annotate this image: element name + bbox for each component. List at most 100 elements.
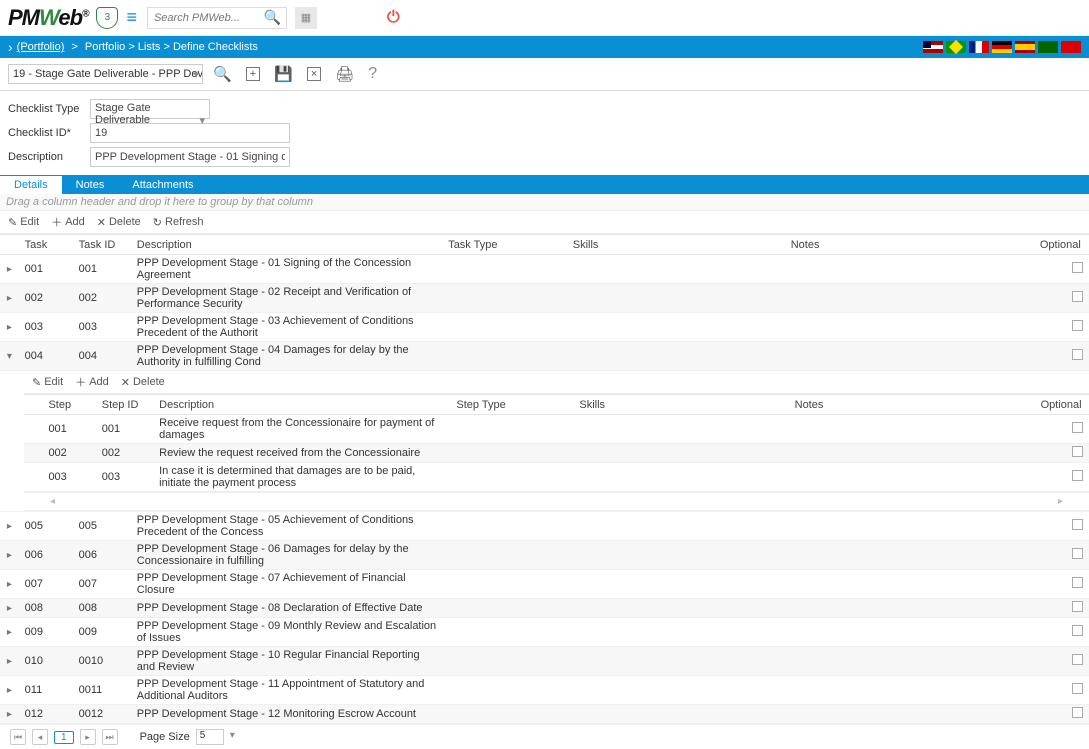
col-taskid[interactable]: Task ID	[73, 235, 131, 255]
flag-fr-icon[interactable]	[969, 41, 989, 53]
table-row[interactable]: ▸ 010 0010 PPP Development Stage - 10 Re…	[0, 647, 1089, 676]
expand-icon[interactable]: ▸	[0, 705, 19, 724]
grid-add-button[interactable]: ＋Add	[51, 214, 85, 230]
add-action-icon[interactable]: +	[246, 67, 260, 81]
table-row[interactable]: ▸ 008 008 PPP Development Stage - 08 Dec…	[0, 599, 1089, 618]
subcol-step[interactable]: Step	[42, 395, 95, 415]
grid-delete-button[interactable]: ✕Delete	[97, 216, 141, 229]
table-row[interactable]: ▸ 005 005 PPP Development Stage - 05 Ach…	[0, 512, 1089, 541]
subcol-notes[interactable]: Notes	[789, 395, 1035, 415]
expand-icon[interactable]: ▸	[0, 599, 19, 618]
expand-icon[interactable]: ▸	[0, 255, 19, 284]
flag-us-icon[interactable]	[923, 41, 943, 53]
table-row[interactable]: ▸ 002 002 PPP Development Stage - 02 Rec…	[0, 284, 1089, 313]
breadcrumb-chevron-icon[interactable]: ›	[8, 39, 13, 55]
subcol-skills[interactable]: Skills	[573, 395, 788, 415]
cell-optional[interactable]	[1034, 599, 1089, 618]
power-icon[interactable]: ⏻	[387, 9, 400, 27]
tab-details[interactable]: Details	[0, 176, 62, 194]
col-description[interactable]: Description	[131, 235, 442, 255]
help-icon[interactable]: ?	[368, 65, 377, 83]
pager-next-button[interactable]: ▸	[80, 729, 96, 745]
pager-prev-button[interactable]: ◂	[32, 729, 48, 745]
table-row[interactable]: ▸ 007 007 PPP Development Stage - 07 Ach…	[0, 570, 1089, 599]
pager-size-select[interactable]: 5	[196, 729, 224, 745]
flag-br-icon[interactable]	[946, 41, 966, 53]
cell-skills	[567, 284, 785, 313]
expand-icon[interactable]: ▾	[0, 342, 19, 371]
expand-icon[interactable]: ▸	[0, 618, 19, 647]
table-row[interactable]: ▸ 001 001 PPP Development Stage - 01 Sig…	[0, 255, 1089, 284]
table-row[interactable]: ▸ 006 006 PPP Development Stage - 06 Dam…	[0, 541, 1089, 570]
cell-optional[interactable]	[1034, 512, 1089, 541]
subgrid-add-button[interactable]: ＋Add	[75, 374, 109, 390]
cell-optional[interactable]	[1034, 541, 1089, 570]
cell-optional[interactable]	[1034, 570, 1089, 599]
record-selector-dropdown[interactable]: 19 - Stage Gate Deliverable - PPP Develo…	[8, 64, 203, 84]
table-row[interactable]: 002 002 Review the request received from…	[24, 444, 1089, 463]
breadcrumb-home[interactable]: (Portfolio)	[17, 41, 65, 53]
cell-optional[interactable]	[1035, 444, 1089, 463]
expand-icon[interactable]: ▸	[0, 541, 19, 570]
expand-icon[interactable]: ▸	[0, 284, 19, 313]
cell-optional[interactable]	[1034, 647, 1089, 676]
pager-first-button[interactable]: ⏮	[10, 729, 26, 745]
subcol-description[interactable]: Description	[153, 395, 450, 415]
cell-optional[interactable]	[1034, 618, 1089, 647]
table-row[interactable]: 001 001 Receive request from the Concess…	[24, 415, 1089, 444]
calendar-icon[interactable]: ▦	[295, 7, 317, 29]
table-row[interactable]: ▸ 009 009 PPP Development Stage - 09 Mon…	[0, 618, 1089, 647]
checklist-type-select[interactable]: Stage Gate Deliverable	[90, 99, 210, 119]
cell-optional[interactable]	[1034, 705, 1089, 724]
table-row[interactable]: ▾ 004 004 PPP Development Stage - 04 Dam…	[0, 342, 1089, 371]
search-action-icon[interactable]: 🔍	[213, 65, 232, 83]
subcol-steptype[interactable]: Step Type	[450, 395, 573, 415]
col-optional[interactable]: Optional	[1034, 235, 1089, 255]
subcol-stepid[interactable]: Step ID	[96, 395, 153, 415]
table-row[interactable]: 003 003 In case it is determined that da…	[24, 463, 1089, 492]
cell-optional[interactable]	[1034, 284, 1089, 313]
description-input[interactable]	[90, 147, 290, 167]
table-row[interactable]: ▸ 003 003 PPP Development Stage - 03 Ach…	[0, 313, 1089, 342]
cell-optional[interactable]	[1035, 415, 1089, 444]
cell-optional[interactable]	[1034, 255, 1089, 284]
cell-optional[interactable]	[1034, 342, 1089, 371]
cell-optional[interactable]	[1035, 463, 1089, 492]
col-skills[interactable]: Skills	[567, 235, 785, 255]
cell-optional[interactable]	[1034, 313, 1089, 342]
subgrid-scrollbar[interactable]: ◂▸	[24, 492, 1089, 511]
subcol-optional[interactable]: Optional	[1035, 395, 1089, 415]
col-notes[interactable]: Notes	[785, 235, 1034, 255]
print-icon[interactable]: 🖨	[335, 65, 354, 83]
cell-skills	[567, 512, 785, 541]
col-tasktype[interactable]: Task Type	[442, 235, 567, 255]
flag-de-icon[interactable]	[992, 41, 1012, 53]
pager-last-button[interactable]: ⏭	[102, 729, 118, 745]
col-task[interactable]: Task	[19, 235, 73, 255]
search-box: 🔍	[147, 7, 287, 29]
expand-icon[interactable]: ▸	[0, 512, 19, 541]
flag-es-icon[interactable]	[1015, 41, 1035, 53]
expand-icon[interactable]: ▸	[0, 313, 19, 342]
tab-notes[interactable]: Notes	[62, 176, 119, 194]
grid-refresh-button[interactable]: ↻Refresh	[153, 216, 204, 229]
shield-badge[interactable]: 3	[96, 7, 118, 29]
table-row[interactable]: ▸ 012 0012 PPP Development Stage - 12 Mo…	[0, 705, 1089, 724]
expand-icon[interactable]: ▸	[0, 676, 19, 705]
expand-icon[interactable]: ▸	[0, 647, 19, 676]
checklist-id-input[interactable]	[90, 123, 290, 143]
delete-action-icon[interactable]: ×	[307, 67, 321, 81]
menu-icon[interactable]: ≡	[126, 7, 137, 28]
search-icon[interactable]: 🔍	[264, 9, 281, 26]
grid-edit-button[interactable]: ✎Edit	[8, 216, 39, 229]
flag-sa-icon[interactable]	[1038, 41, 1058, 53]
save-icon[interactable]: 💾	[274, 65, 293, 83]
cell-optional[interactable]	[1034, 676, 1089, 705]
tab-attachments[interactable]: Attachments	[118, 176, 207, 194]
expand-icon[interactable]: ▸	[0, 570, 19, 599]
table-row[interactable]: ▸ 011 0011 PPP Development Stage - 11 Ap…	[0, 676, 1089, 705]
subgrid-edit-button[interactable]: ✎Edit	[32, 376, 63, 389]
pager-page-number[interactable]: 1	[54, 731, 74, 744]
subgrid-delete-button[interactable]: ✕Delete	[121, 376, 165, 389]
flag-cn-icon[interactable]	[1061, 41, 1081, 53]
